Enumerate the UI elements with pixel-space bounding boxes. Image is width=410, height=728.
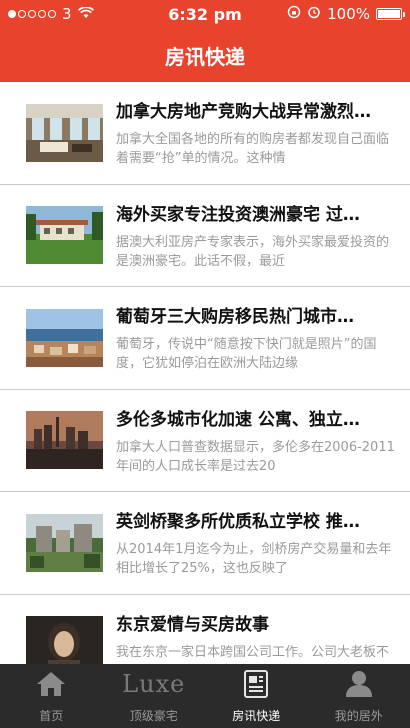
wifi-icon (77, 5, 94, 23)
status-left: 3 (8, 5, 94, 23)
article-summary: 加拿大全国各地的所有的购房者都发现自己面临着需要“抢”单的情况。这种情 (116, 132, 390, 167)
list-item[interactable]: 多伦多城市化加速 公寓、独立… 加拿大人口普查数据显示，多伦多在2006-201… (0, 390, 410, 492)
portrait-image (26, 616, 103, 664)
list-item[interactable]: 葡萄牙三大购房移民热门城市… 葡萄牙，传说中“随意按下快门就是照片”的国度，它犹… (0, 287, 410, 390)
article-summary: 据澳大利亚房产专家表示，海外买家最爱投资的是澳洲豪宅。此话不假，最近 (116, 234, 390, 269)
tab-label: 首页 (39, 709, 64, 723)
mansion-image (26, 206, 103, 265)
tab-home[interactable]: 首页 (0, 664, 103, 728)
tab-news[interactable]: 房讯快递 (205, 664, 308, 728)
article-text: 加拿大房地产竞购大战异常激烈… 加拿大全国各地的所有的购房者都发现自己面临着需要… (116, 97, 398, 168)
article-summary: 加拿大人口普查数据显示，多伦多在2006-2011年间的人口成长率是过去20 (116, 439, 395, 474)
news-icon (243, 667, 269, 701)
luxe-logo: Luxe (122, 667, 185, 701)
living-room-image (26, 103, 103, 162)
article-title: 英剑桥聚多所优质私立学校 推… (116, 512, 360, 533)
signal-strength-icon (8, 10, 56, 18)
coastal-city-image (26, 308, 103, 367)
article-title: 葡萄牙三大购房移民热门城市… (116, 307, 354, 328)
home-icon (35, 667, 67, 701)
article-text: 多伦多城市化加速 公寓、独立… 加拿大人口普查数据显示，多伦多在2006-201… (116, 405, 398, 476)
tab-label: 我的居外 (334, 709, 383, 723)
article-title: 多伦多城市化加速 公寓、独立… (116, 409, 360, 430)
list-item[interactable]: 海外买家专注投资澳洲豪宅 过… 据澳大利亚房产专家表示，海外买家最爱投资的是澳洲… (0, 185, 410, 287)
article-title: 东京爱情与买房故事 (116, 614, 269, 635)
tab-label: 房讯快递 (232, 709, 281, 723)
article-summary: 从2014年1月迄今为止，剑桥房产交易量和去年相比增长了25%，这也反映了 (116, 542, 392, 577)
user-icon (344, 667, 374, 701)
list-item[interactable]: 加拿大房地产竞购大战异常激烈… 加拿大全国各地的所有的购房者都发现自己面临着需要… (0, 82, 410, 185)
article-summary: 葡萄牙，传说中“随意按下快门就是照片”的国度，它犹如停泊在欧洲大陆边缘 (116, 337, 377, 372)
article-summary: 我在东京一家日本跨国公司工作。公司大老板不仅和我家乡，还负责照顾我 (116, 644, 390, 664)
luxe-logo-text: Luxe (122, 670, 186, 698)
list-item[interactable]: 英剑桥聚多所优质私立学校 推… 从2014年1月迄今为止，剑桥房产交易量和去年相… (0, 492, 410, 595)
article-text: 东京爱情与买房故事 我在东京一家日本跨国公司工作。公司大老板不仅和我家乡，还负责… (116, 610, 398, 664)
toronto-skyline-image (26, 411, 103, 470)
news-list[interactable]: 加拿大房地产竞购大战异常激烈… 加拿大全国各地的所有的购房者都发现自己面临着需要… (0, 82, 410, 664)
page-title: 房讯快递 (165, 44, 245, 69)
tab-profile[interactable]: 我的居外 (308, 664, 410, 728)
battery-percent: 100% (327, 5, 370, 23)
article-text: 英剑桥聚多所优质私立学校 推… 从2014年1月迄今为止，剑桥房产交易量和去年相… (116, 507, 398, 578)
list-item[interactable]: 东京爱情与买房故事 我在东京一家日本跨国公司工作。公司大老板不仅和我家乡，还负责… (0, 595, 410, 664)
status-right: 100% (287, 5, 405, 23)
article-text: 海外买家专注投资澳洲豪宅 过… 据澳大利亚房产专家表示，海外买家最爱投资的是澳洲… (116, 200, 398, 271)
alarm-icon (307, 5, 321, 23)
article-title: 加拿大房地产竞购大战异常激烈… (116, 102, 371, 123)
tab-luxury[interactable]: Luxe 顶级豪宅 (103, 664, 206, 728)
battery-icon (376, 8, 405, 20)
article-text: 葡萄牙三大购房移民热门城市… 葡萄牙，传说中“随意按下快门就是照片”的国度，它犹… (116, 302, 398, 373)
carrier-label: 3 (62, 5, 72, 23)
cambridge-image (26, 513, 103, 572)
status-bar: 3 6:32 pm 100% (0, 0, 410, 28)
article-title: 海外买家专注投资澳洲豪宅 过… (116, 204, 360, 225)
tab-label: 顶级豪宅 (129, 709, 178, 723)
nav-bar: 房讯快递 (0, 28, 410, 82)
tab-bar: 首页 Luxe 顶级豪宅 房讯快递 我的居外 (0, 664, 410, 728)
rotation-lock-icon (287, 5, 301, 23)
